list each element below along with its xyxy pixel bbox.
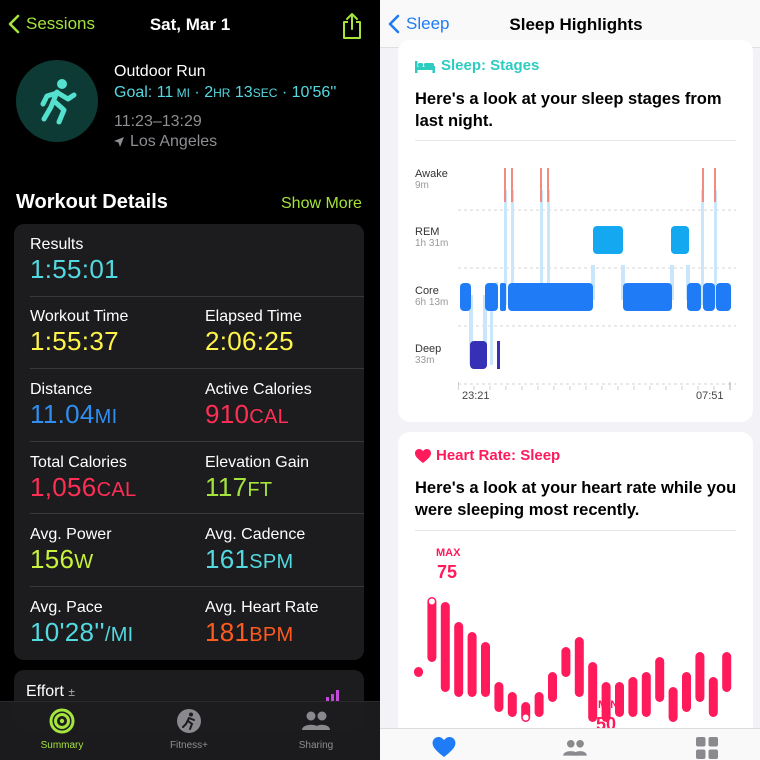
share-button[interactable] [340, 12, 364, 40]
workout-time-range: 11:23–13:29 [114, 113, 202, 130]
workout-details-heading: Workout Details [16, 191, 168, 213]
running-figure-icon [40, 79, 77, 125]
time-axis-start: 23:21 [462, 390, 490, 402]
location-arrow-icon [114, 137, 124, 147]
metric-results: Results 1:55:01 [30, 236, 119, 284]
core-block [485, 283, 498, 311]
heart-rate-bar [561, 647, 571, 677]
heart-rate-bar [708, 677, 718, 717]
heart-rate-bar [722, 652, 732, 692]
metric-active-calories: Active Calories 910CAL [205, 381, 312, 429]
tab-browse-grid-icon[interactable] [696, 737, 718, 759]
heart-rate-bar [481, 642, 490, 697]
time-axis-end: 07:51 [696, 390, 724, 402]
metric-avg-pace: Avg. Pace 10'28''/MI [30, 599, 134, 647]
tab-sharing-people-icon[interactable] [560, 737, 590, 759]
heart-rate-bar [548, 672, 557, 702]
heart-rate-bar [534, 692, 544, 717]
workout-session-screen: Sessions Sat, Mar 1 Outdoor Run Goal: 11… [0, 0, 380, 760]
min-point-marker [522, 714, 529, 721]
sleep-stages-body: Here's a look at your sleep stages from … [415, 90, 722, 130]
awake-mark [511, 168, 513, 202]
rem-block [671, 226, 689, 254]
workout-details-card: Results 1:55:01 Workout Time 1:55:37 Ela… [14, 224, 364, 660]
awake-mark [547, 168, 549, 202]
nav-title: Sleep Highlights [509, 15, 643, 34]
tab-sharing[interactable]: Sharing [284, 708, 348, 751]
stage-label-awake: Awake 9m [415, 168, 448, 191]
heart-rate-bar [601, 682, 611, 722]
awake-mark [714, 168, 716, 202]
sleep-stages-card[interactable]: Sleep: Stages Here's a look at your slee… [398, 40, 753, 422]
heart-rate-bar [414, 667, 423, 677]
core-block [687, 283, 701, 311]
core-block [623, 283, 672, 311]
heart-rate-bar [682, 672, 691, 712]
awake-mark [504, 168, 506, 202]
tab-summary-heart-icon[interactable] [432, 737, 456, 757]
heart-rate-card[interactable]: Heart Rate: Sleep Here's a look at your … [398, 432, 753, 760]
activity-rings-icon [49, 708, 75, 734]
tab-bar: Summary Fitness+ Sharing [0, 701, 380, 760]
metric-avg-heart-rate: Avg. Heart Rate 181BPM [205, 599, 319, 647]
tab-fitness-plus[interactable]: Fitness+ [157, 708, 221, 751]
metric-total-calories: Total Calories 1,056CAL [30, 454, 137, 502]
heart-rate-bar [668, 687, 678, 722]
heart-rate-bar [507, 692, 517, 717]
tab-bar [380, 728, 760, 760]
metric-distance: Distance 11.04MI [30, 381, 118, 429]
heart-rate-bar [494, 682, 504, 712]
metric-avg-power: Avg. Power 156W [30, 526, 112, 574]
metric-elevation-gain: Elevation Gain 117FT [205, 454, 310, 502]
metric-elapsed-time: Elapsed Time 2:06:25 [205, 308, 302, 356]
awake-mark [540, 168, 542, 202]
workout-location: Los Angeles [114, 133, 217, 151]
metric-avg-cadence: Avg. Cadence 161SPM [205, 526, 306, 574]
workout-goal: Goal: 11 MI · 2HR 13SEC · 10'56'' [114, 84, 337, 101]
effort-label: Effort ± [26, 683, 75, 700]
core-block [500, 283, 506, 311]
workout-name: Outdoor Run [114, 63, 206, 80]
sleep-highlights-screen: Sleep Sleep Highlights Sleep: Stages Her… [380, 0, 760, 760]
heart-rate-bar [628, 677, 638, 717]
heart-rate-bar [588, 662, 598, 722]
heart-rate-bar [615, 682, 624, 717]
deep-block [470, 341, 487, 369]
rem-block [593, 226, 623, 254]
awake-mark [702, 168, 704, 202]
heart-rate-bar [655, 657, 665, 702]
metric-workout-time: Workout Time 1:55:37 [30, 308, 129, 356]
heart-rate-bar [641, 672, 651, 717]
share-icon [343, 13, 361, 39]
heart-rate-bar [440, 602, 450, 692]
heart-rate-bar [427, 597, 437, 662]
sleep-stages-heading: Sleep: Stages [415, 57, 539, 74]
stage-label-deep: Deep 33m [415, 343, 442, 366]
fitness-runner-icon [177, 709, 201, 733]
core-block [508, 283, 593, 311]
tab-summary[interactable]: Summary [30, 708, 94, 751]
sleep-stages-chart [458, 168, 736, 390]
stage-label-rem: REM 1h 31m [415, 226, 449, 249]
heart-rate-bar [574, 637, 584, 697]
workout-icon-badge [16, 60, 98, 142]
heart-rate-bar [467, 632, 477, 697]
deep-block [497, 341, 500, 369]
heart-rate-bar [695, 652, 705, 702]
bed-icon [415, 60, 435, 73]
core-block [716, 283, 731, 311]
show-more-link[interactable]: Show More [281, 195, 362, 213]
people-icon [302, 711, 330, 730]
core-block [703, 283, 715, 311]
heart-rate-bar [454, 622, 464, 697]
stage-label-core: Core 6h 13m [415, 285, 449, 308]
max-point-marker [428, 598, 435, 605]
core-block [460, 283, 471, 311]
heart-rate-chart [414, 597, 732, 722]
nav-date-title: Sat, Mar 1 [149, 15, 231, 34]
